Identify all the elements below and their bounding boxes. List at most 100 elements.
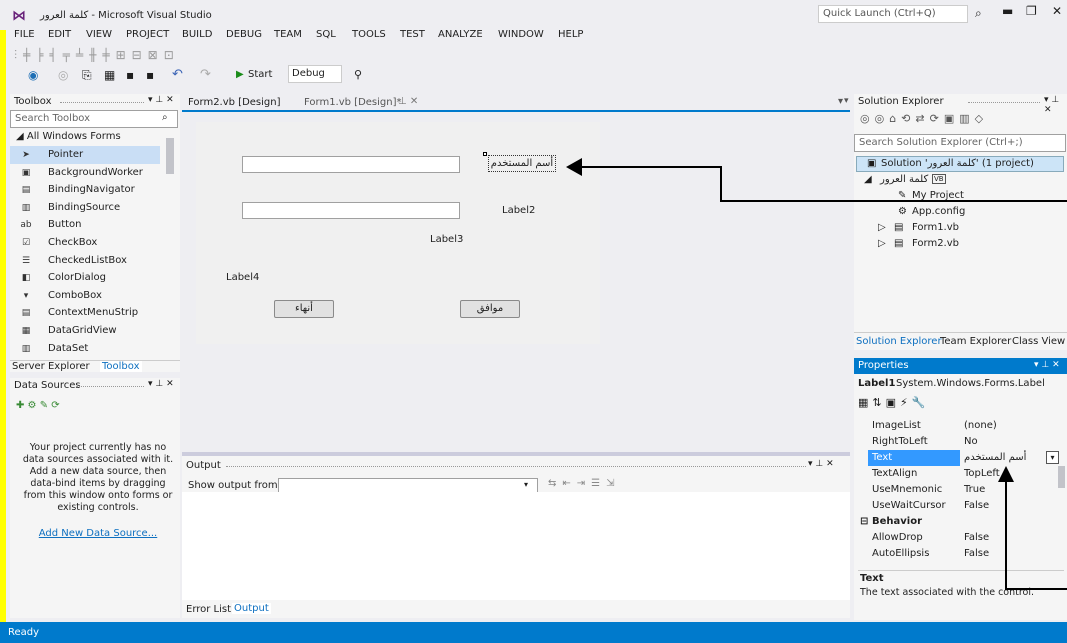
- properties-object[interactable]: Label1: [858, 378, 895, 389]
- chevron-down-icon[interactable]: ▾: [844, 96, 849, 106]
- restore-button[interactable]: ❐: [1026, 4, 1037, 18]
- menu-build[interactable]: BUILD: [182, 29, 212, 40]
- property-row[interactable]: UseMnemonic True: [858, 482, 1064, 498]
- ok-button[interactable]: موافق: [460, 300, 520, 318]
- add-datasource-icon[interactable]: ✚ ⚙ ✎ ⟳: [16, 400, 60, 411]
- expand-icon[interactable]: ▷: [878, 238, 886, 249]
- toolbox-item[interactable]: ▾ ComboBox: [10, 287, 160, 305]
- properties-object-type[interactable]: System.Windows.Forms.Label: [896, 378, 1045, 389]
- project-name[interactable]: كلمة العرور: [880, 174, 928, 185]
- solution-item[interactable]: Form2.vb: [912, 238, 959, 249]
- toolbox-item[interactable]: ▥ DataSet: [10, 340, 160, 358]
- password-textbox[interactable]: [242, 202, 460, 219]
- new-project-icon[interactable]: ⎘: [82, 68, 92, 83]
- tab-form2-design[interactable]: Form2.vb [Design]: [182, 94, 287, 112]
- save-icon[interactable]: ▪: [126, 68, 134, 82]
- panel-menu-icon[interactable]: ▾ ⊥ ✕: [148, 95, 174, 105]
- property-row[interactable]: RightToLeft No: [858, 434, 1064, 450]
- menu-tools[interactable]: TOOLS: [352, 29, 386, 40]
- label4[interactable]: Label4: [226, 272, 259, 283]
- property-row[interactable]: AutoEllipsis False: [858, 546, 1064, 562]
- tab-overflow-icon[interactable]: ▾: [838, 96, 843, 107]
- solution-item[interactable]: App.config: [912, 206, 965, 217]
- toolbox-scrollbar[interactable]: [166, 138, 174, 174]
- label2[interactable]: Label2: [502, 205, 535, 216]
- output-toolbar-icons[interactable]: ⇆⇤⇥☰⇲: [548, 478, 620, 489]
- properties-scrollbar[interactable]: [1058, 466, 1065, 488]
- search-icon[interactable]: ⌕: [162, 112, 168, 123]
- property-row-text[interactable]: Text أسم المستخدم ▾: [858, 450, 1064, 466]
- find-icon[interactable]: ⚲: [354, 68, 362, 81]
- property-value[interactable]: أسم المستخدم: [964, 450, 1026, 466]
- toolbox-item[interactable]: ➤ Pointer: [10, 146, 160, 164]
- start-button[interactable]: Start: [248, 69, 272, 80]
- config-dropdown[interactable]: Debug: [288, 65, 342, 83]
- menu-project[interactable]: PROJECT: [126, 29, 169, 40]
- tab-class-view[interactable]: Class View: [1012, 336, 1065, 347]
- collapse-icon[interactable]: ⊟: [860, 514, 868, 530]
- panel-menu-icon[interactable]: ▾ ⊥ ✕: [808, 459, 834, 469]
- output-text-area[interactable]: [182, 492, 850, 600]
- solution-toolbar-icons[interactable]: ◎◎⌂⟲⇄⟳▣▥◇: [860, 112, 988, 125]
- label-username[interactable]: أسم المستخدم: [488, 155, 556, 172]
- toolbox-search[interactable]: Search Toolbox: [10, 110, 178, 128]
- forward-icon[interactable]: ◎: [58, 68, 68, 82]
- pin-close-icon[interactable]: ⊥ ✕: [398, 96, 418, 107]
- open-icon[interactable]: ▦: [104, 68, 115, 82]
- toolbox-item[interactable]: ☰ CheckedListBox: [10, 252, 160, 270]
- quick-launch-input[interactable]: Quick Launch (Ctrl+Q): [818, 5, 968, 23]
- menu-test[interactable]: TEST: [400, 29, 425, 40]
- toolbox-item[interactable]: ▦ DataGridView: [10, 322, 160, 340]
- panel-menu-icon[interactable]: ▾ ⊥ ✕: [1044, 95, 1067, 115]
- tab-output[interactable]: Output: [232, 603, 271, 614]
- property-row[interactable]: ImageList (none): [858, 418, 1064, 434]
- properties-toolbar-icons[interactable]: ▦⇅▣⚡🔧: [858, 396, 929, 409]
- tab-error-list[interactable]: Error List: [186, 604, 231, 615]
- tab-server-explorer[interactable]: Server Explorer: [12, 361, 90, 372]
- menu-window[interactable]: WINDOW: [498, 29, 544, 40]
- save-all-icon[interactable]: ▪: [146, 68, 154, 82]
- toolbox-item[interactable]: ▣ BackgroundWorker: [10, 164, 160, 182]
- chevron-down-icon[interactable]: ▾: [524, 480, 528, 489]
- selection-handle[interactable]: [483, 152, 487, 156]
- menu-edit[interactable]: EDIT: [48, 29, 71, 40]
- cancel-button[interactable]: أنهاء: [274, 300, 334, 318]
- undo-icon[interactable]: ↶: [172, 67, 183, 82]
- menu-debug[interactable]: DEBUG: [226, 29, 262, 40]
- toolbox-item[interactable]: ab Button: [10, 216, 160, 234]
- label3[interactable]: Label3: [430, 234, 463, 245]
- property-row[interactable]: UseWaitCursor False: [858, 498, 1064, 514]
- menu-team[interactable]: TEAM: [274, 29, 302, 40]
- toolbox-group[interactable]: ◢ All Windows Forms: [16, 131, 121, 142]
- menu-file[interactable]: FILE: [14, 29, 35, 40]
- tab-team-explorer[interactable]: Team Explorer: [940, 336, 1011, 347]
- panel-menu-icon[interactable]: ▾ ⊥ ✕: [148, 379, 174, 389]
- property-row[interactable]: AllowDrop False: [858, 530, 1064, 546]
- toolbox-item[interactable]: ▤ BindingNavigator: [10, 181, 160, 199]
- tab-form1-design[interactable]: Form1.vb [Design]*: [298, 94, 408, 112]
- menu-analyze[interactable]: ANALYZE: [438, 29, 483, 40]
- panel-menu-icon[interactable]: ▾ ⊥ ✕: [1034, 360, 1060, 370]
- toolbox-item[interactable]: ▤ ContextMenuStrip: [10, 304, 160, 322]
- username-textbox[interactable]: [242, 156, 460, 173]
- toolbox-item[interactable]: ◧ ColorDialog: [10, 269, 160, 287]
- back-icon[interactable]: ◉: [28, 68, 38, 82]
- start-icon[interactable]: ▶: [236, 69, 244, 80]
- close-button[interactable]: ✕: [1052, 4, 1062, 18]
- menu-sql[interactable]: SQL: [316, 29, 336, 40]
- property-category[interactable]: ⊟ Behavior: [858, 514, 1064, 530]
- redo-icon[interactable]: ↷: [200, 67, 211, 82]
- menu-help[interactable]: HELP: [558, 29, 583, 40]
- add-data-source-link[interactable]: Add New Data Source...: [18, 528, 178, 539]
- tab-toolbox[interactable]: Toolbox: [100, 361, 142, 372]
- solution-root-row[interactable]: ▣ Solution 'كلمة العرور' (1 project): [856, 156, 1064, 172]
- dropdown-icon[interactable]: ▾: [1046, 451, 1059, 464]
- property-row[interactable]: TextAlign TopLeft: [858, 466, 1064, 482]
- solution-item[interactable]: Form1.vb: [912, 222, 959, 233]
- tab-solution-explorer[interactable]: Solution Explorer: [856, 336, 942, 347]
- menu-view[interactable]: VIEW: [86, 29, 112, 40]
- toolbox-item[interactable]: ☑ CheckBox: [10, 234, 160, 252]
- expand-icon[interactable]: ▷: [878, 222, 886, 233]
- project-expand-icon[interactable]: ◢: [864, 174, 872, 185]
- minimize-button[interactable]: ▬: [1002, 4, 1013, 18]
